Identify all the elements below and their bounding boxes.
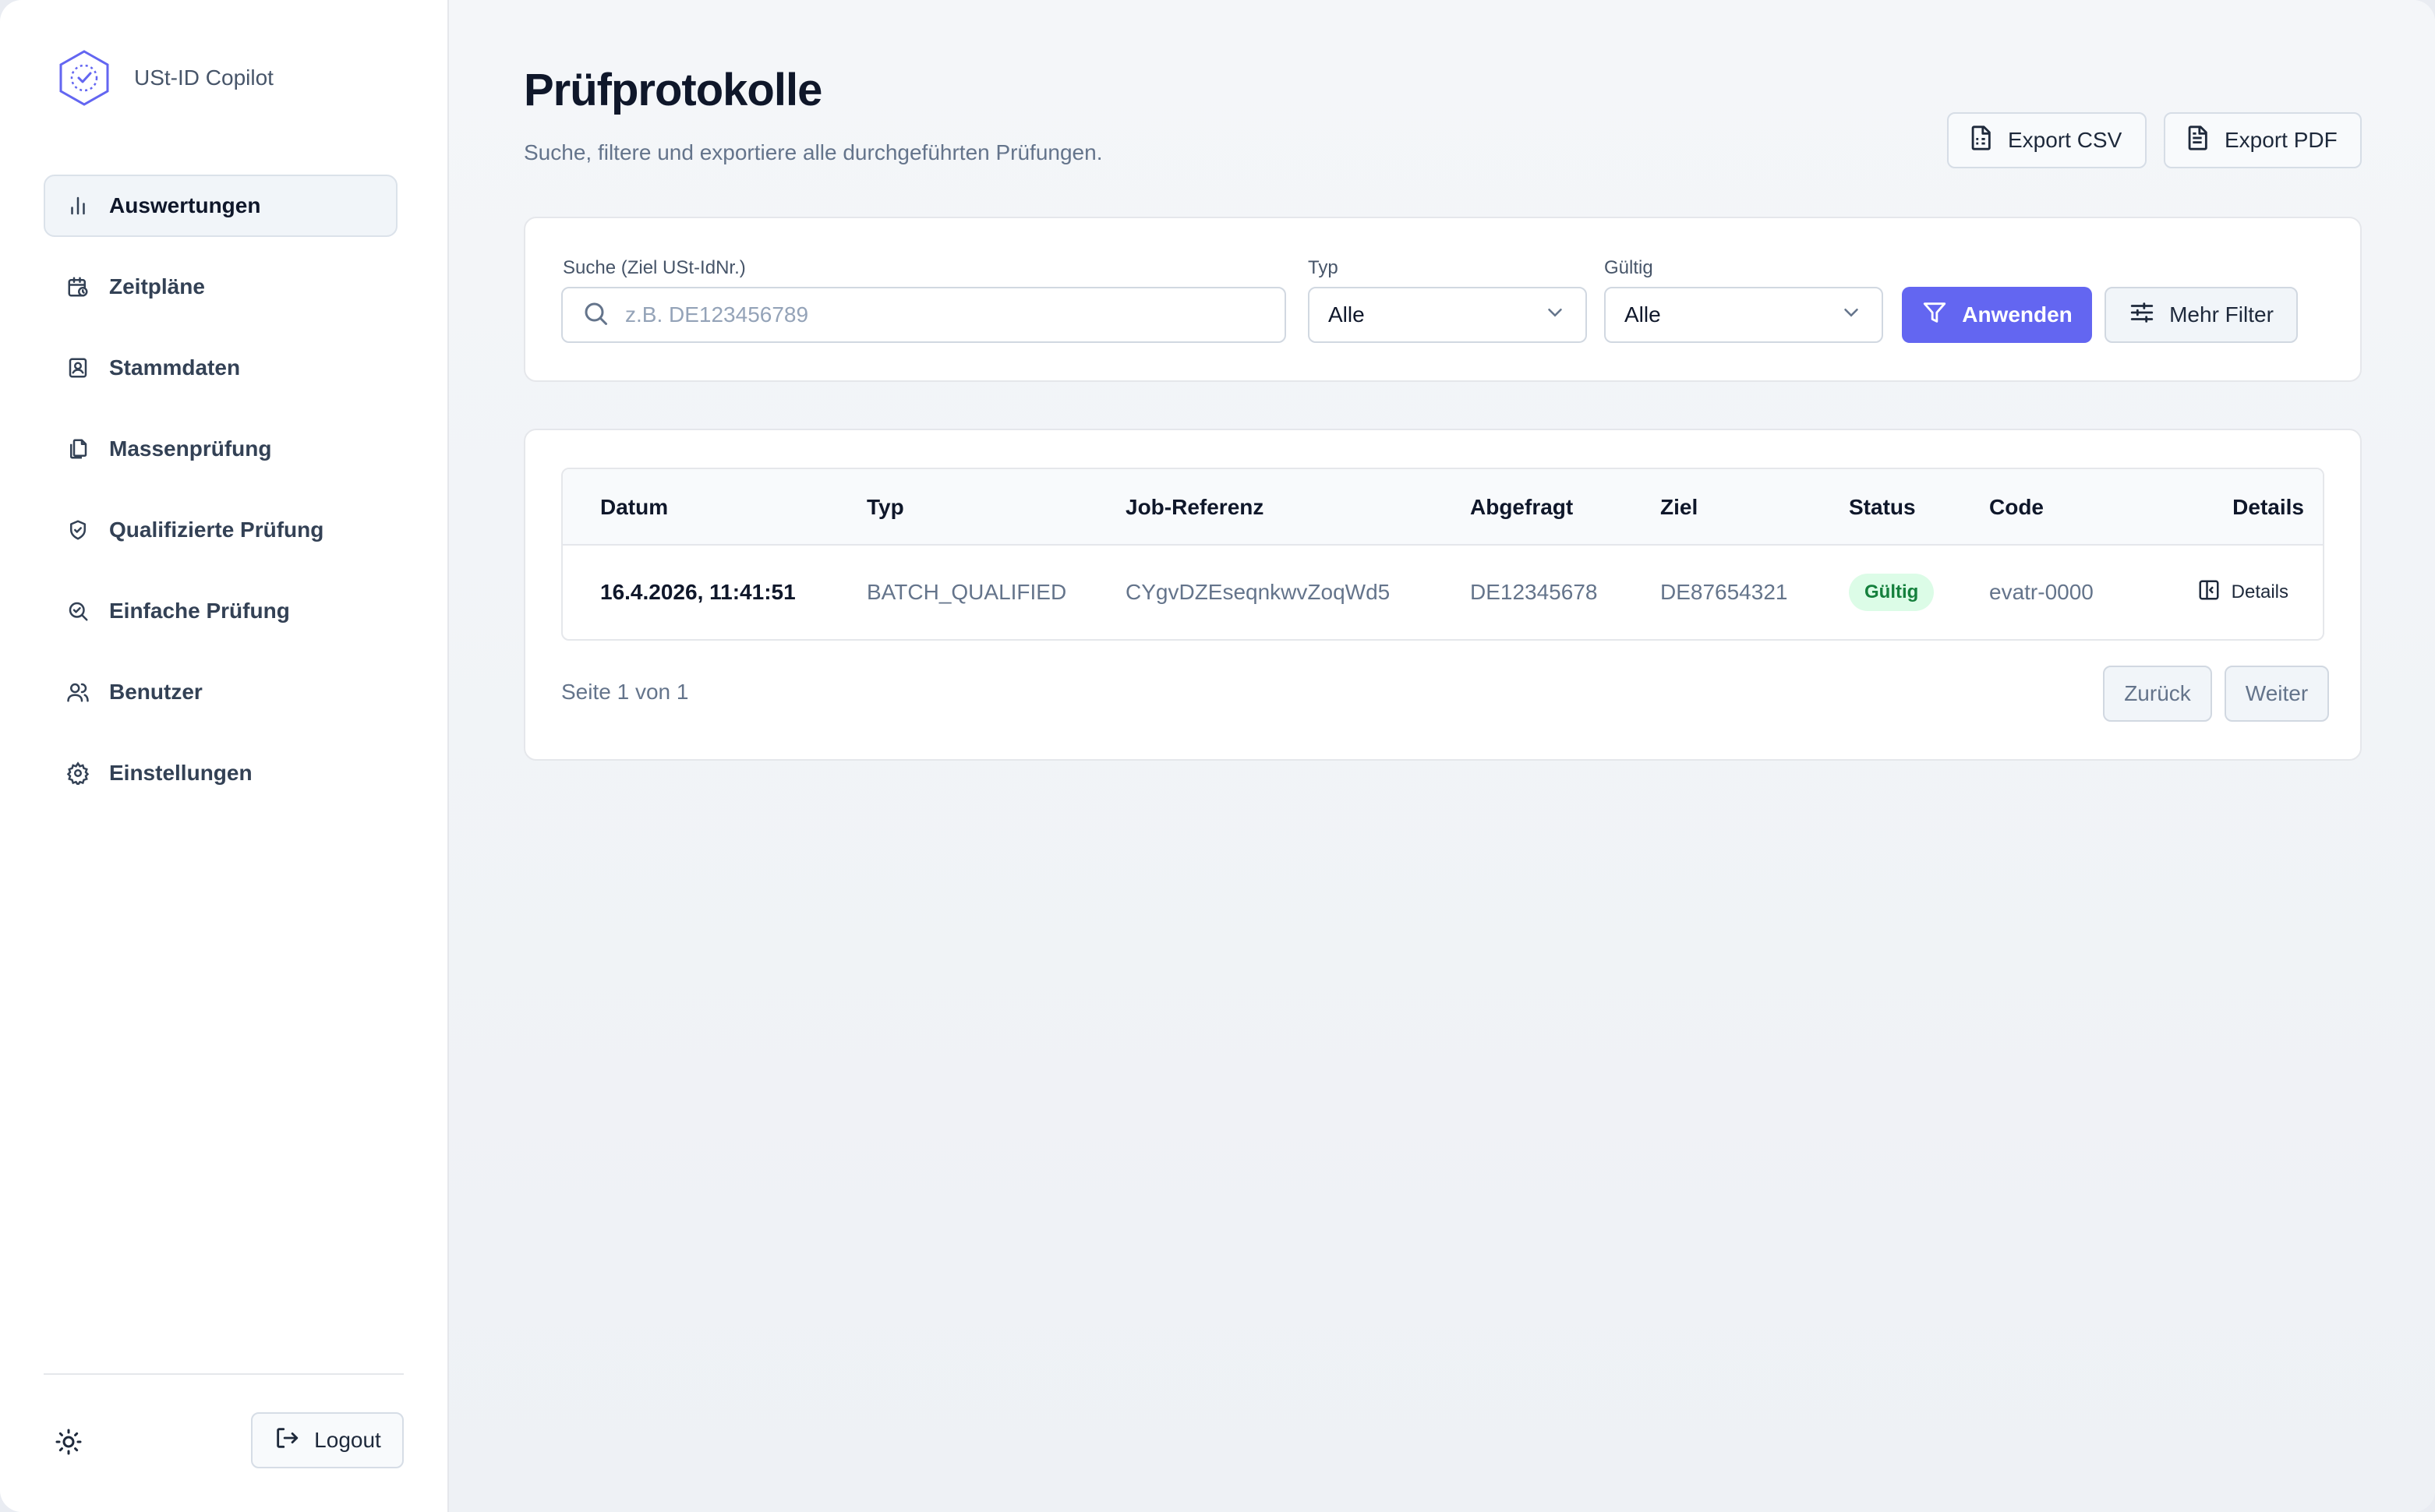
calendar-clock-icon (64, 273, 92, 301)
valid-select-value: Alle (1624, 302, 1661, 327)
more-filters-label: Mehr Filter (2169, 302, 2274, 327)
results-card: Datum Typ Job-Referenz Abgefragt Ziel St… (524, 429, 2362, 761)
valid-select[interactable]: Alle (1604, 287, 1883, 343)
column-header-ziel[interactable]: Ziel (1660, 469, 1698, 546)
more-filters-button[interactable]: Mehr Filter (2105, 287, 2298, 343)
main-content: Prüfprotokolle Suche, filtere und export… (449, 0, 2435, 1512)
table-header: Datum Typ Job-Referenz Abgefragt Ziel St… (563, 469, 2323, 546)
sidebar-item-stammdaten[interactable]: Stammdaten (44, 337, 398, 399)
app-window: USt-ID Copilot Auswertungen Zeitpläne St… (0, 0, 2435, 1512)
sidebar-item-label: Auswertungen (109, 193, 261, 217)
export-csv-label: Export CSV (2008, 128, 2122, 152)
files-icon (64, 435, 92, 463)
search-label: Suche (Ziel USt-IdNr.) (563, 257, 746, 278)
sidebar-item-massenpruefung[interactable]: Massenprüfung (44, 418, 398, 480)
column-header-typ[interactable]: Typ (867, 469, 904, 546)
shield-check-icon (64, 516, 92, 544)
sidebar-item-einstellungen[interactable]: Einstellungen (44, 742, 398, 804)
search-field[interactable] (561, 287, 1286, 343)
panel-left-icon (2197, 578, 2221, 607)
sidebar-item-label: Stammdaten (109, 355, 241, 380)
file-text-icon (2184, 125, 2211, 157)
cell-job-reference: CYgvDZEseqnkwvZoqWd5 (1126, 580, 1391, 604)
column-header-details[interactable]: Details (2232, 469, 2304, 546)
bar-chart-icon (64, 192, 92, 220)
logout-label: Logout (314, 1428, 381, 1452)
sidebar-divider (44, 1373, 404, 1375)
file-spreadsheet-icon (1967, 125, 1994, 157)
cell-date: 16.4.2026, 11:41:51 (600, 580, 796, 604)
contact-book-icon (64, 354, 92, 382)
page-title: Prüfprotokolle (524, 65, 822, 115)
sidebar-item-auswertungen[interactable]: Auswertungen (44, 175, 398, 237)
type-select[interactable]: Alle (1308, 287, 1587, 343)
brand[interactable]: USt-ID Copilot (56, 47, 274, 109)
sidebar-item-label: Zeitpläne (109, 274, 205, 299)
details-button[interactable]: Details (2197, 578, 2288, 607)
cell-status: Gültig (1849, 546, 1935, 639)
cell-type: BATCH_QUALIFIED (867, 580, 1067, 604)
cell-target: DE87654321 (1660, 580, 1788, 604)
table-row[interactable]: 16.4.2026, 11:41:51 BATCH_QUALIFIED CYgv… (563, 546, 2323, 639)
sidebar-item-label: Massenprüfung (109, 436, 272, 461)
export-pdf-label: Export PDF (2225, 128, 2338, 152)
search-icon (581, 299, 610, 331)
column-header-datum[interactable]: Datum (600, 469, 668, 546)
chevron-down-icon (1840, 301, 1863, 330)
sidebar-item-label: Einstellungen (109, 761, 253, 785)
sidebar-item-label: Qualifizierte Prüfung (109, 518, 324, 542)
sidebar-item-einfache-pruefung[interactable]: Einfache Prüfung (44, 580, 398, 642)
apply-label: Anwenden (1962, 302, 2073, 327)
gear-icon (64, 759, 92, 787)
logout-button[interactable]: Logout (251, 1412, 404, 1468)
pagination-info: Seite 1 von 1 (561, 680, 689, 704)
type-label: Typ (1308, 257, 1338, 278)
brand-name: USt-ID Copilot (134, 65, 274, 90)
column-header-status[interactable]: Status (1849, 469, 1916, 546)
filter-card: Suche (Ziel USt-IdNr.) Typ Alle Gültig A… (524, 217, 2362, 382)
search-check-icon (64, 597, 92, 625)
logout-icon (274, 1425, 300, 1457)
cell-code: evatr-0000 (1989, 580, 2094, 604)
page-subtitle: Suche, filtere und exportiere alle durch… (524, 140, 1103, 164)
type-select-value: Alle (1328, 302, 1365, 327)
next-page-button[interactable]: Weiter (2225, 666, 2329, 722)
users-icon (64, 678, 92, 706)
sidebar-item-label: Benutzer (109, 680, 203, 704)
cell-details: Details (2197, 546, 2288, 639)
sidebar-item-label: Einfache Prüfung (109, 599, 290, 623)
details-label: Details (2231, 581, 2288, 602)
column-header-code[interactable]: Code (1989, 469, 2044, 546)
status-badge: Gültig (1849, 574, 1935, 611)
column-header-abgefragt[interactable]: Abgefragt (1470, 469, 1573, 546)
hexagon-check-logo-icon (56, 48, 112, 108)
sidebar-item-benutzer[interactable]: Benutzer (44, 661, 398, 723)
sidebar-item-qualifizierte-pruefung[interactable]: Qualifizierte Prüfung (44, 499, 398, 561)
filter-funnel-icon (1921, 299, 1948, 331)
export-pdf-button[interactable]: Export PDF (2164, 112, 2362, 168)
sidebar-item-zeitplaene[interactable]: Zeitpläne (44, 256, 398, 318)
sidebar: USt-ID Copilot Auswertungen Zeitpläne St… (0, 0, 449, 1512)
export-csv-button[interactable]: Export CSV (1947, 112, 2147, 168)
sliders-icon (2129, 299, 2155, 331)
sun-icon[interactable] (50, 1423, 87, 1461)
valid-label: Gültig (1604, 257, 1653, 278)
search-input[interactable] (625, 302, 1264, 327)
chevron-down-icon (1543, 301, 1567, 330)
sidebar-nav: Auswertungen Zeitpläne Stammdaten Massen… (44, 175, 398, 823)
apply-filter-button[interactable]: Anwenden (1902, 287, 2092, 343)
previous-page-button[interactable]: Zurück (2103, 666, 2212, 722)
column-header-job-referenz[interactable]: Job-Referenz (1126, 469, 1263, 546)
cell-queried: DE12345678 (1470, 580, 1598, 604)
results-table: Datum Typ Job-Referenz Abgefragt Ziel St… (561, 468, 2324, 641)
